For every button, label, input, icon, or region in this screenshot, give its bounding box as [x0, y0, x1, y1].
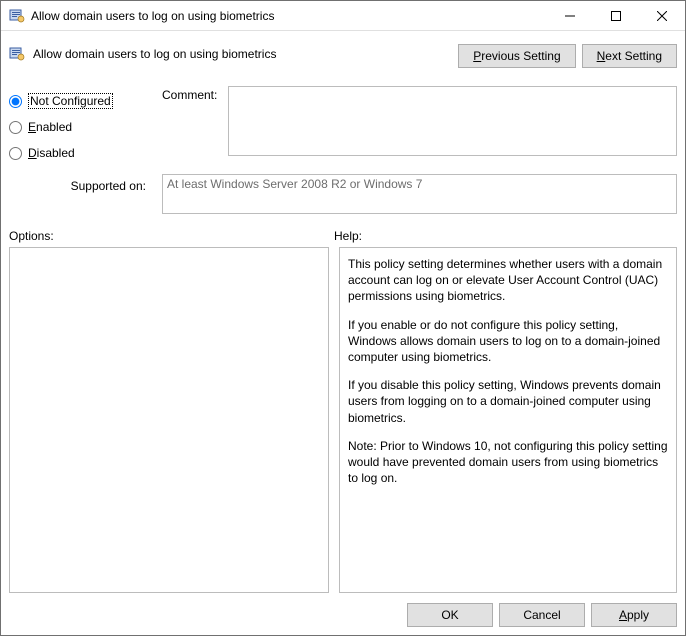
- next-setting-button[interactable]: Next Setting: [582, 44, 677, 68]
- cancel-button[interactable]: Cancel: [499, 603, 585, 627]
- help-label: Help:: [334, 229, 677, 243]
- comment-input[interactable]: [228, 86, 677, 156]
- config-row: Not Configured Enabled Disabled Comment:: [9, 86, 677, 166]
- radio-not-configured[interactable]: [9, 95, 22, 108]
- supported-row: Supported on:: [9, 174, 677, 217]
- help-para-3: If you disable this policy setting, Wind…: [348, 377, 670, 426]
- state-radio-group: Not Configured Enabled Disabled: [9, 86, 154, 166]
- panes: This policy setting determines whether u…: [9, 247, 677, 593]
- radio-not-configured-row[interactable]: Not Configured: [9, 88, 154, 114]
- maximize-button[interactable]: [593, 1, 639, 31]
- window-title: Allow domain users to log on using biome…: [31, 9, 547, 23]
- supported-text-wrap: [162, 174, 677, 217]
- policy-title: Allow domain users to log on using biome…: [33, 47, 276, 61]
- radio-enabled-label: Enabled: [28, 120, 72, 134]
- nav-buttons: Previous Setting Next Setting: [458, 36, 677, 68]
- options-pane: [9, 247, 329, 593]
- content-area: Allow domain users to log on using biome…: [1, 31, 685, 635]
- mid-labels: Options: Help:: [9, 229, 677, 243]
- comment-label: Comment:: [162, 86, 220, 166]
- radio-disabled-row[interactable]: Disabled: [9, 140, 154, 166]
- comment-wrap: [228, 86, 677, 166]
- help-para-2: If you enable or do not configure this p…: [348, 317, 670, 366]
- policy-icon: [9, 46, 25, 62]
- supported-label: Supported on:: [9, 174, 154, 217]
- help-para-4: Note: Prior to Windows 10, not configuri…: [348, 438, 670, 487]
- window-buttons: [547, 1, 685, 31]
- radio-enabled[interactable]: [9, 121, 22, 134]
- header-left: Allow domain users to log on using biome…: [9, 36, 458, 62]
- help-text[interactable]: This policy setting determines whether u…: [340, 248, 676, 592]
- radio-not-configured-label: Not Configured: [28, 93, 113, 109]
- help-para-1: This policy setting determines whether u…: [348, 256, 670, 305]
- supported-text: [162, 174, 677, 214]
- radio-disabled-label: Disabled: [28, 146, 75, 160]
- titlebar: Allow domain users to log on using biome…: [1, 1, 685, 31]
- policy-icon: [9, 8, 25, 24]
- ok-button[interactable]: OK: [407, 603, 493, 627]
- footer: OK Cancel Apply: [9, 593, 677, 627]
- radio-disabled[interactable]: [9, 147, 22, 160]
- options-label: Options:: [9, 229, 334, 243]
- minimize-button[interactable]: [547, 1, 593, 31]
- header-row: Allow domain users to log on using biome…: [9, 36, 677, 80]
- close-button[interactable]: [639, 1, 685, 31]
- previous-setting-button[interactable]: Previous Setting: [458, 44, 575, 68]
- apply-button[interactable]: Apply: [591, 603, 677, 627]
- help-pane: This policy setting determines whether u…: [339, 247, 677, 593]
- radio-enabled-row[interactable]: Enabled: [9, 114, 154, 140]
